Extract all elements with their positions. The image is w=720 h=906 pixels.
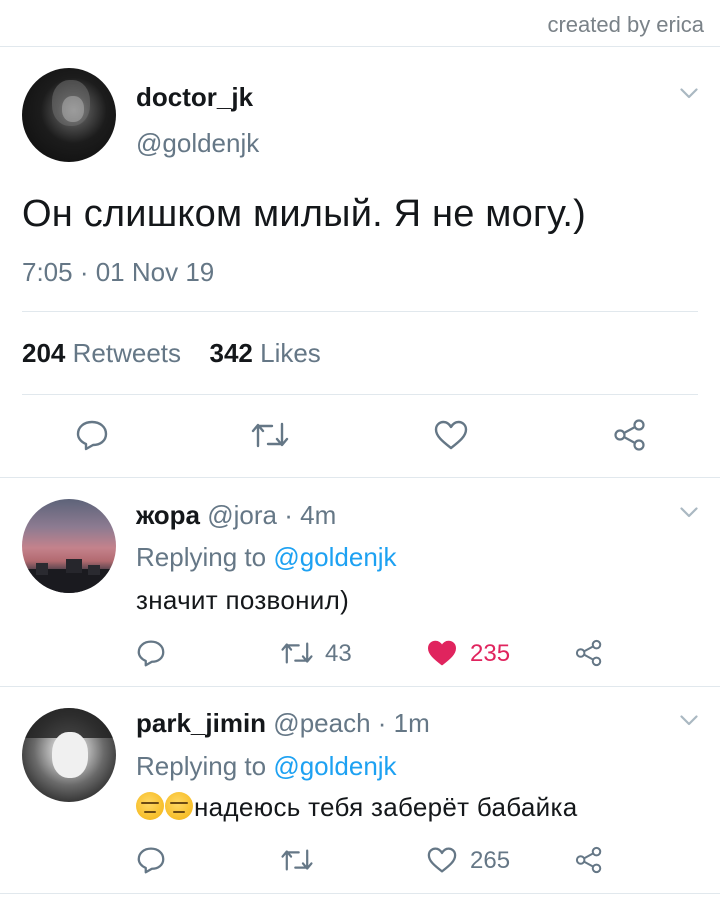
created-by-credit: created by erica xyxy=(547,12,704,37)
retweet-icon[interactable] xyxy=(280,847,314,873)
replying-to-label: Replying to xyxy=(136,751,267,781)
tweet-stats: 204 Retweets 342 Likes xyxy=(22,338,321,369)
replying-to-link[interactable]: @goldenjk xyxy=(273,751,396,781)
retweets-count[interactable]: 204 xyxy=(22,338,65,368)
avatar-park-jimin[interactable] xyxy=(22,708,116,802)
expressionless-face-emoji xyxy=(136,792,164,820)
user-handle[interactable]: @goldenjk xyxy=(136,128,259,159)
reply-header: park_jimin @peach · 1m xyxy=(136,708,430,739)
divider xyxy=(22,311,698,312)
replying-to: Replying to @goldenjk xyxy=(136,542,397,573)
display-name[interactable]: жора xyxy=(136,500,200,530)
replying-to: Replying to @goldenjk xyxy=(136,751,397,782)
like-icon-filled[interactable] xyxy=(426,639,458,667)
avatar-jora[interactable] xyxy=(22,499,116,593)
divider xyxy=(0,893,720,894)
retweet-icon[interactable] xyxy=(250,420,290,450)
display-name[interactable]: park_jimin xyxy=(136,708,266,738)
reply-text: значит позвонил) xyxy=(136,585,350,615)
reply-icon[interactable] xyxy=(136,639,166,667)
reply-header: жора @jora · 4m xyxy=(136,500,336,531)
tweet-text: Он слишком милый. Я не могу.) xyxy=(22,193,587,235)
like-icon[interactable] xyxy=(426,846,458,874)
user-handle[interactable]: @peach xyxy=(273,708,370,738)
display-name[interactable]: doctor_jk xyxy=(136,82,253,113)
reply-text: надеюсь тебя заберёт бабайка xyxy=(194,792,578,822)
chevron-down-icon[interactable] xyxy=(680,88,698,99)
reply-icon[interactable] xyxy=(75,419,109,451)
chevron-down-icon[interactable] xyxy=(680,507,698,518)
share-icon[interactable] xyxy=(574,845,604,875)
divider xyxy=(0,477,720,478)
share-icon[interactable] xyxy=(574,638,604,668)
chevron-down-icon[interactable] xyxy=(680,715,698,726)
top-divider xyxy=(0,46,720,47)
expressionless-face-emoji xyxy=(165,792,193,820)
likes-label[interactable]: Likes xyxy=(260,338,321,368)
user-handle[interactable]: @jora xyxy=(207,500,277,530)
divider xyxy=(0,686,720,687)
like-icon[interactable] xyxy=(433,419,469,451)
replying-to-link[interactable]: @goldenjk xyxy=(273,542,396,572)
reply-icon[interactable] xyxy=(136,846,166,874)
divider xyxy=(22,394,698,395)
reply-time: · 1m xyxy=(377,708,430,738)
like-count: 265 xyxy=(470,847,511,874)
share-icon[interactable] xyxy=(612,418,648,452)
like-count: 235 xyxy=(470,640,511,667)
retweet-count: 43 xyxy=(325,640,352,667)
replying-to-label: Replying to xyxy=(136,542,267,572)
likes-count[interactable]: 342 xyxy=(209,338,252,368)
tweet-timestamp[interactable]: 7:05 · 01 Nov 19 xyxy=(22,257,214,288)
reply-text-row: надеюсь тебя заберёт бабайка xyxy=(136,792,577,823)
avatar-doctor-jk[interactable] xyxy=(22,68,116,162)
reply-time: · 4m xyxy=(284,500,337,530)
retweet-icon[interactable] xyxy=(280,640,314,666)
retweets-label[interactable]: Retweets xyxy=(73,338,181,368)
